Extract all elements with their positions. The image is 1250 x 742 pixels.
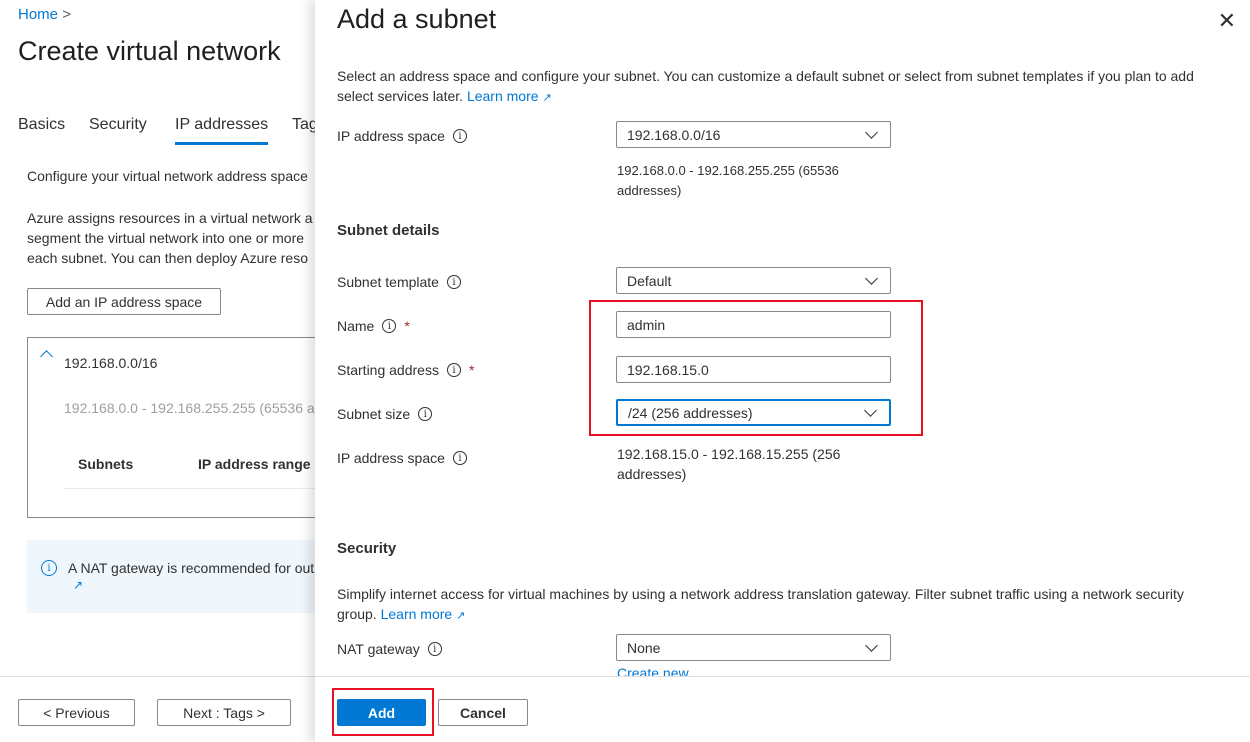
desc-line: group.: [337, 606, 377, 622]
chevron-down-icon: [865, 638, 878, 652]
security-desc: Simplify internet access for virtual mac…: [337, 584, 1184, 626]
ip-space-range: 192.168.0.0 - 192.168.255.255 (65536 addr…: [617, 161, 839, 201]
start-label: Starting address i *: [337, 362, 474, 378]
intro-line: select services later.: [337, 88, 464, 104]
dropdown-value: Default: [627, 272, 672, 289]
template-label: Subnet template i: [337, 274, 461, 290]
desc-line: each subnet. You can then deploy Azure r…: [27, 250, 308, 266]
tab-security[interactable]: Security: [89, 116, 147, 134]
close-icon[interactable]: ✕: [1218, 8, 1236, 34]
range-line: 192.168.0.0 - 192.168.255.255 (65536: [617, 163, 839, 178]
add-button[interactable]: Add: [337, 699, 426, 726]
subnet-details-heading: Subnet details: [337, 222, 440, 239]
cancel-button[interactable]: Cancel: [438, 699, 528, 726]
tab-basics[interactable]: Basics: [18, 116, 65, 134]
input-value: 192.168.15.0: [627, 361, 709, 378]
range-line: addresses): [617, 466, 687, 482]
external-link-icon[interactable]: ↗: [542, 92, 551, 104]
chevron-down-icon: [865, 271, 878, 285]
panel-footer-divider: [315, 676, 1250, 677]
label-text: IP address space: [337, 450, 445, 466]
ip-space-dropdown[interactable]: 192.168.0.0/16: [616, 121, 891, 148]
range-line: 192.168.15.0 - 192.168.15.255 (256: [617, 446, 841, 462]
breadcrumb: Home >: [18, 6, 71, 23]
required-marker: *: [468, 362, 475, 378]
address-space-card: 192.168.0.0/16 192.168.0.0 - 192.168.255…: [27, 337, 330, 518]
previous-button[interactable]: < Previous: [18, 699, 135, 726]
subnet-size-dropdown[interactable]: /24 (256 addresses): [616, 399, 891, 426]
col-subnets: Subnets: [78, 456, 134, 472]
breadcrumb-home[interactable]: Home: [18, 6, 58, 23]
desc-line: Azure assigns resources in a virtual net…: [27, 210, 313, 226]
label-text: Name: [337, 318, 375, 334]
subnet-template-dropdown[interactable]: Default: [616, 267, 891, 294]
breadcrumb-separator: >: [62, 6, 71, 23]
intro-text: Configure your virtual network address s…: [27, 168, 308, 184]
tab-ip-addresses[interactable]: IP addresses: [175, 116, 269, 145]
chevron-down-icon: [865, 125, 878, 139]
starting-address-input[interactable]: 192.168.15.0: [616, 356, 891, 383]
intro-line: Select an address space and configure yo…: [337, 68, 1194, 84]
subnet-range: 192.168.15.0 - 192.168.15.255 (256 addres…: [617, 444, 840, 484]
nat-label: NAT gateway i: [337, 641, 442, 657]
name-label: Name i *: [337, 318, 410, 334]
label-text: Starting address: [337, 362, 439, 378]
label-text: IP address space: [337, 128, 445, 144]
nat-info-text: A NAT gateway is recommended for outboun…: [68, 560, 330, 576]
info-icon[interactable]: i: [418, 407, 433, 421]
learn-more-link[interactable]: Learn more: [381, 606, 453, 622]
address-space-cidr: 192.168.0.0/16: [64, 355, 158, 371]
required-marker: *: [404, 318, 410, 334]
subnet-space-label: IP address space i: [337, 450, 467, 466]
create-new-link[interactable]: Create new: [617, 664, 689, 676]
col-ip-range: IP address range: [198, 456, 311, 472]
next-tags-button[interactable]: Next : Tags >: [157, 699, 291, 726]
divider: [64, 488, 330, 489]
range-line: addresses): [617, 183, 682, 198]
chevron-up-icon[interactable]: [40, 350, 53, 363]
info-icon[interactable]: i: [446, 275, 461, 289]
size-label: Subnet size i: [337, 406, 433, 422]
learn-more-link[interactable]: Learn more: [467, 88, 539, 104]
info-icon[interactable]: i: [446, 363, 461, 377]
dropdown-value: None: [627, 639, 661, 656]
panel-title: Add a subnet: [337, 4, 497, 34]
desc-line: segment the virtual network into one or …: [27, 230, 305, 246]
desc-line: Simplify internet access for virtual mac…: [337, 586, 1184, 602]
ip-space-label: IP address space i: [337, 128, 467, 144]
label-text: Subnet template: [337, 274, 439, 290]
label-text: Subnet size: [337, 406, 411, 422]
add-subnet-panel: Add a subnet ✕ Select an address space a…: [315, 0, 1250, 742]
chevron-down-icon: [864, 403, 877, 417]
external-link-icon[interactable]: ↗: [73, 578, 83, 592]
input-value: admin: [627, 316, 666, 333]
info-icon[interactable]: i: [427, 642, 442, 656]
create-vnet-background: Home > Create virtual network Basics Sec…: [0, 0, 330, 742]
create-new-text[interactable]: Create new: [617, 665, 689, 676]
nat-info-bar: i A NAT gateway is recommended for outbo…: [27, 540, 330, 613]
address-space-range: 192.168.0.0 - 192.168.255.255 (65536 add…: [64, 400, 330, 416]
dropdown-value: 192.168.0.0/16: [627, 126, 721, 143]
footer-divider: [0, 676, 330, 677]
external-link-icon[interactable]: ↗: [456, 610, 465, 622]
add-ip-space-button[interactable]: Add an IP address space: [27, 288, 221, 315]
nat-gateway-dropdown[interactable]: None: [616, 634, 891, 661]
page-title: Create virtual network: [18, 36, 281, 66]
info-icon[interactable]: i: [452, 129, 467, 143]
panel-intro: Select an address space and configure yo…: [337, 66, 1194, 108]
dropdown-value: /24 (256 addresses): [628, 404, 753, 421]
info-icon[interactable]: i: [382, 319, 397, 333]
info-icon[interactable]: i: [452, 451, 467, 465]
security-heading: Security: [337, 540, 397, 557]
name-input[interactable]: admin: [616, 311, 891, 338]
info-icon: i: [41, 560, 57, 576]
label-text: NAT gateway: [337, 641, 420, 657]
